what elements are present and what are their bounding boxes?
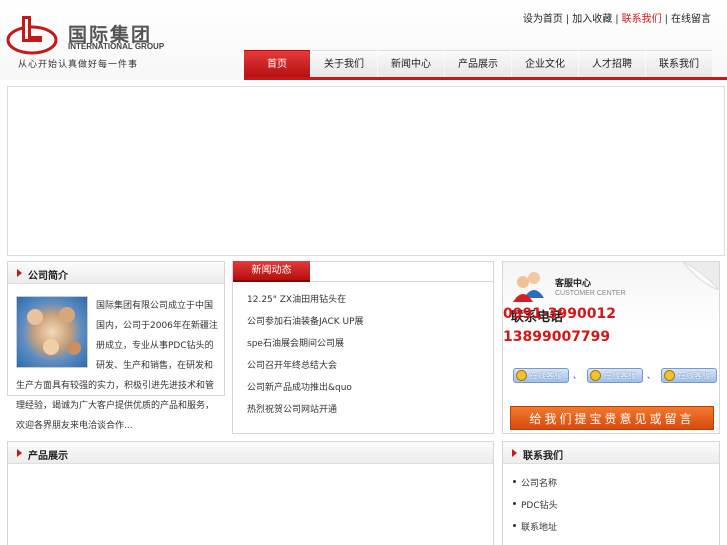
- products-panel: 产品展示: [7, 441, 494, 545]
- service-panel: 客服中心 CUSTOMER CENTER 联系电话 0991-3990012 1…: [502, 261, 720, 434]
- logo-name-en: INTERNATIONAL GROUP: [68, 42, 165, 51]
- about-panel: 公司简介 国际集团有限公司成立于中国国内，公司于2006年在新疆注册成立，专业从…: [7, 261, 225, 431]
- contact-title[interactable]: 联系我们: [523, 447, 563, 462]
- list-item[interactable]: 热烈祝贺公司网站开通: [247, 402, 364, 424]
- qq-label: 在线客服: [530, 371, 562, 380]
- list-item[interactable]: 公司新产品成功推出&quo: [247, 380, 364, 402]
- service-subtitle: CUSTOMER CENTER: [555, 290, 626, 297]
- nav-item-home[interactable]: 首页: [244, 50, 310, 78]
- logo[interactable]: 国际集团 INTERNATIONAL GROUP 从心开始认真做好每一件事: [6, 14, 164, 74]
- top-link-message[interactable]: 在线留言: [671, 14, 711, 25]
- list-item[interactable]: 公司召开年终总结大会: [247, 358, 364, 380]
- list-item[interactable]: 公司参加石油装备JACK UP展: [247, 314, 364, 336]
- banner: [7, 86, 725, 256]
- qq-icon: [516, 370, 527, 381]
- nav-item-about[interactable]: 关于我们: [311, 50, 377, 78]
- products-header: 产品展示: [8, 442, 493, 464]
- nav-item-culture[interactable]: 企业文化: [512, 50, 578, 78]
- site-header: 国际集团 INTERNATIONAL GROUP 从心开始认真做好每一件事 设为…: [0, 0, 727, 80]
- top-links: 设为首页 | 加入收藏 | 联系我们 | 在线留言: [523, 10, 711, 25]
- top-link-set-home[interactable]: 设为首页: [523, 14, 563, 25]
- service-title: 客服中心: [555, 279, 592, 289]
- about-text-block: 国际集团有限公司成立于中国国内，公司于2006年在新疆注册成立，专业从事PDC钻…: [16, 296, 220, 436]
- nav-item-contact[interactable]: 联系我们: [646, 50, 712, 78]
- qq-label: 在线客服: [678, 371, 710, 380]
- feedback-button[interactable]: 给我们提宝贵意见或留言: [510, 406, 714, 430]
- page-curl-icon: [683, 262, 719, 290]
- qq-separator: 、: [647, 371, 655, 380]
- nav-underline: [244, 77, 727, 80]
- qq-icon: [664, 370, 675, 381]
- divider: |: [664, 14, 668, 25]
- nav-item-news[interactable]: 新闻中心: [378, 50, 444, 78]
- main-nav: 首页 关于我们 新闻中心 产品展示 企业文化 人才招聘 联系我们: [244, 50, 713, 78]
- news-panel: 新闻动态 12.25" ZX油田用钻头在 公司参加石油装备JACK UP展 sp…: [232, 261, 494, 434]
- news-tabbar: 新闻动态: [233, 261, 493, 282]
- photo-spacer: [16, 296, 96, 376]
- list-item: 公司名称: [513, 476, 558, 498]
- list-item: PDC钻头: [513, 498, 558, 520]
- about-header: 公司简介: [8, 262, 224, 284]
- online-service-button[interactable]: 在线客服: [513, 368, 569, 383]
- online-service-button[interactable]: 在线客服: [587, 368, 643, 383]
- divider: |: [565, 14, 570, 25]
- top-link-contact[interactable]: 联系我们: [622, 14, 662, 25]
- list-item[interactable]: spe石油展会期间公司展: [247, 336, 364, 358]
- list-item: 联系地址: [513, 520, 558, 542]
- qq-icon: [590, 370, 601, 381]
- top-link-bookmark[interactable]: 加入收藏: [572, 14, 612, 25]
- tab-news[interactable]: 新闻动态: [233, 261, 310, 282]
- logo-mark-icon: [6, 16, 58, 55]
- nav-item-jobs[interactable]: 人才招聘: [579, 50, 645, 78]
- online-service-button[interactable]: 在线客服: [661, 368, 717, 383]
- contact-panel: 联系我们 公司名称 PDC钻头 联系地址: [502, 441, 720, 545]
- arrow-right-icon: [512, 449, 517, 457]
- phone-line-1: 联系电话 0991-3990012: [503, 306, 616, 325]
- news-list: 12.25" ZX油田用钻头在 公司参加石油装备JACK UP展 spe石油展会…: [247, 292, 364, 424]
- arrow-right-icon: [17, 269, 22, 277]
- divider: |: [615, 14, 619, 25]
- customer-service-icon: [513, 272, 544, 302]
- qq-separator: 、: [573, 371, 581, 380]
- nav-item-products[interactable]: 产品展示: [445, 50, 511, 78]
- about-title[interactable]: 公司简介: [28, 267, 68, 282]
- logo-slogan: 从心开始认真做好每一件事: [18, 60, 139, 70]
- phone-number-2: 13899007799: [503, 329, 611, 345]
- arrow-right-icon: [17, 449, 22, 457]
- phone-number-1: 0991-3990012: [503, 306, 616, 322]
- products-title[interactable]: 产品展示: [28, 447, 68, 462]
- list-item[interactable]: 12.25" ZX油田用钻头在: [247, 292, 364, 314]
- qq-label: 在线客服: [604, 371, 636, 380]
- contact-list: 公司名称 PDC钻头 联系地址: [513, 476, 558, 542]
- contact-header: 联系我们: [503, 442, 719, 464]
- qq-row: 在线客服 、 在线客服 、 在线客服: [513, 368, 721, 383]
